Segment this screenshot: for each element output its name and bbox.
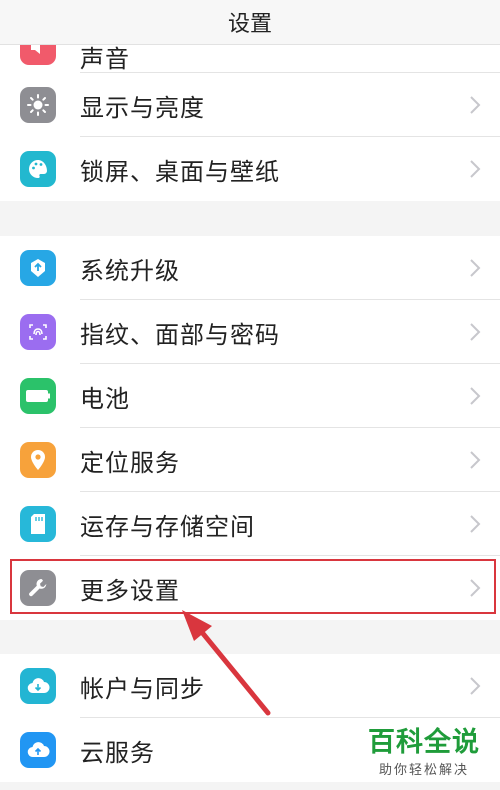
- chevron-right-icon: [470, 677, 481, 695]
- settings-item-label: 系统升级: [80, 256, 180, 285]
- settings-item-label: 定位服务: [80, 448, 180, 477]
- settings-group-display: 声音 显示与亮度 锁屏、桌面与壁纸: [0, 45, 500, 201]
- settings-item-lockscreen-wallpaper[interactable]: 锁屏、桌面与壁纸: [0, 137, 500, 201]
- battery-icon: [20, 378, 56, 414]
- settings-item-location[interactable]: 定位服务: [0, 428, 500, 492]
- chevron-right-icon: [470, 160, 481, 178]
- settings-item-label: 云服务: [80, 738, 155, 767]
- chevron-right-icon: [470, 515, 481, 533]
- watermark-subtitle: 助你轻松解决: [378, 763, 469, 778]
- settings-item-label: 电池: [80, 384, 130, 413]
- settings-item-label: 显示与亮度: [80, 93, 205, 122]
- settings-item-sound[interactable]: 声音: [0, 45, 500, 73]
- chevron-right-icon: [470, 451, 481, 469]
- settings-item-system-update[interactable]: 系统升级: [0, 236, 500, 300]
- watermark-title: 百科全说: [368, 727, 480, 758]
- page-title: 设置: [227, 12, 272, 37]
- sound-icon: [20, 45, 56, 65]
- chevron-right-icon: [470, 323, 481, 341]
- storage-icon: [20, 506, 56, 542]
- palette-icon: [20, 151, 56, 187]
- settings-item-battery[interactable]: 电池: [0, 364, 500, 428]
- account-sync-icon: [20, 668, 56, 704]
- chevron-right-icon: [470, 387, 481, 405]
- brightness-icon: [20, 87, 56, 123]
- settings-item-memory-storage[interactable]: 运存与存储空间: [0, 492, 500, 556]
- chevron-right-icon: [470, 259, 481, 277]
- settings-item-label: 运存与存储空间: [80, 512, 255, 541]
- fingerprint-icon: [20, 314, 56, 350]
- settings-item-fingerprint-face-password[interactable]: 指纹、面部与密码: [0, 300, 500, 364]
- settings-item-account-sync[interactable]: 帐户与同步: [0, 654, 500, 718]
- chevron-right-icon: [470, 96, 481, 114]
- highlight-box: [10, 559, 496, 614]
- system-update-icon: [20, 250, 56, 286]
- settings-item-label: 指纹、面部与密码: [80, 320, 280, 349]
- settings-item-label: 声音: [80, 45, 130, 73]
- settings-item-label: 帐户与同步: [80, 674, 205, 703]
- settings-item-display-brightness[interactable]: 显示与亮度: [0, 73, 500, 137]
- watermark: 百科全说 助你轻松解决: [362, 718, 486, 780]
- cloud-icon: [20, 732, 56, 768]
- header: 设置: [0, 0, 500, 45]
- location-icon: [20, 442, 56, 478]
- settings-item-label: 锁屏、桌面与壁纸: [80, 157, 280, 186]
